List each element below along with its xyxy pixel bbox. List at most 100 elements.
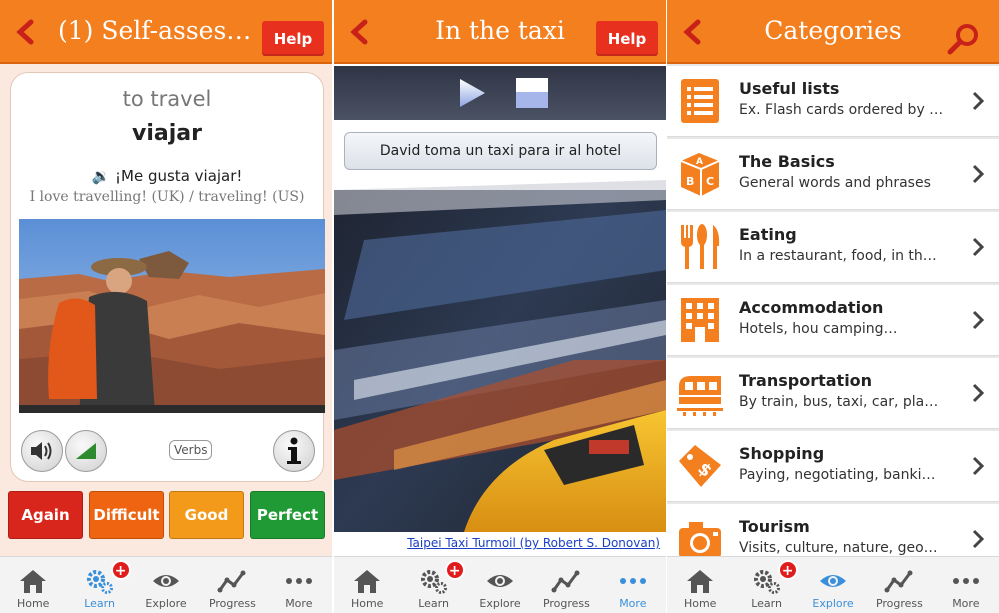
tab-learn[interactable]: + Learn xyxy=(733,557,799,613)
notification-badge: + xyxy=(444,560,465,580)
audio-button[interactable] xyxy=(21,430,63,472)
example-sentence-spanish[interactable]: 🔉 ¡Me gusta viajar! xyxy=(11,167,323,185)
eye-icon xyxy=(487,575,514,587)
tab-more[interactable]: More xyxy=(600,557,666,613)
slow-speed-icon xyxy=(76,443,96,459)
dialogue-sentence[interactable]: David toma un taxi para ir al hotel xyxy=(344,132,657,170)
tab-label: Explore xyxy=(812,597,854,610)
back-arrow-icon[interactable] xyxy=(12,18,40,46)
gears-icon xyxy=(86,570,113,594)
speaker-small-icon: 🔉 xyxy=(91,167,111,185)
search-icon[interactable] xyxy=(947,22,981,56)
tab-progress[interactable]: Progress xyxy=(533,557,599,613)
category-description: Paying, negotiating, banki… xyxy=(739,467,936,483)
category-description: Visits, culture, nature, geo… xyxy=(739,540,938,556)
rate-perfect-button[interactable]: Perfect xyxy=(250,491,325,539)
tab-home[interactable]: Home xyxy=(334,557,400,613)
chevron-right-icon xyxy=(972,310,985,330)
svg-text:B: B xyxy=(686,175,694,188)
tab-label: Progress xyxy=(542,597,590,610)
screen-title: (1) Self-assessm… xyxy=(58,16,260,45)
rate-good-button[interactable]: Good xyxy=(169,491,244,539)
flashcard-screen: (1) Self-assessm… Help to travel viajar … xyxy=(0,0,332,613)
tab-home[interactable]: Home xyxy=(667,557,733,613)
flashcard-photo xyxy=(19,219,325,413)
rate-again-button[interactable]: Again xyxy=(8,491,83,539)
building-icon xyxy=(675,295,725,345)
cutlery-icon xyxy=(675,222,725,272)
english-word: to travel xyxy=(122,87,212,111)
train-icon xyxy=(675,368,725,418)
tab-label: Home xyxy=(683,597,717,610)
rate-difficult-button[interactable]: Difficult xyxy=(89,491,164,539)
category-name: Shopping xyxy=(739,444,825,463)
category-tag[interactable]: Verbs xyxy=(169,440,213,460)
category-item-useful-lists[interactable]: Useful lists Ex. Flash cards ordered by … xyxy=(667,66,999,137)
tab-label: More xyxy=(619,597,647,610)
notification-badge: + xyxy=(777,560,798,580)
tab-home[interactable]: Home xyxy=(0,557,66,613)
price-tag-icon: $ xyxy=(675,441,725,491)
example-sentence-text: ¡Me gusta viajar! xyxy=(115,167,243,185)
bottom-tab-bar: Home + Learn Explore Progress More xyxy=(334,556,666,613)
tab-label: Learn xyxy=(418,597,449,610)
tab-more[interactable]: More xyxy=(266,557,332,613)
category-item-transportation[interactable]: Transportation By train, bus, taxi, car, … xyxy=(667,358,999,429)
dialogue-screen: In the taxi Help David toma un taxi para… xyxy=(334,0,666,613)
category-item-eating[interactable]: Eating In a restaurant, food, in th… xyxy=(667,212,999,283)
chevron-right-icon xyxy=(972,164,985,184)
notification-badge: + xyxy=(110,560,131,580)
chevron-right-icon xyxy=(972,237,985,257)
category-item-shopping[interactable]: $ Shopping Paying, negotiating, banki… xyxy=(667,431,999,502)
tab-learn[interactable]: + Learn xyxy=(400,557,466,613)
gears-icon xyxy=(420,570,447,594)
help-button[interactable]: Help xyxy=(262,21,324,56)
tab-label: Home xyxy=(16,597,50,610)
tab-explore[interactable]: Explore xyxy=(133,557,199,613)
photo-credit-link[interactable]: Taipei Taxi Turmoil (by Robert S. Donova… xyxy=(334,532,666,554)
category-name: Accommodation xyxy=(739,298,884,317)
tab-label: More xyxy=(285,597,313,610)
category-name: Eating xyxy=(739,225,797,244)
category-item-accommodation[interactable]: Accommodation Hotels, hou camping… xyxy=(667,285,999,356)
categories-screen: Categories Useful lists Ex. Flash cards o… xyxy=(667,0,999,613)
category-name: The Basics xyxy=(739,152,835,171)
more-dots-icon xyxy=(952,578,979,584)
tab-label: Home xyxy=(350,597,384,610)
tab-explore[interactable]: Explore xyxy=(467,557,533,613)
tab-explore[interactable]: Explore xyxy=(800,557,866,613)
tab-learn[interactable]: + Learn xyxy=(66,557,132,613)
tab-label: Learn xyxy=(751,597,782,610)
eye-icon xyxy=(153,575,180,587)
top-bar: Categories xyxy=(667,0,999,64)
info-icon xyxy=(287,437,301,464)
category-item-the-basics[interactable]: A B C The Basics General words and phrases xyxy=(667,139,999,210)
info-button[interactable] xyxy=(273,430,315,472)
svg-text:C: C xyxy=(706,175,714,188)
list-icon xyxy=(675,76,725,126)
progress-chart-icon xyxy=(551,570,580,593)
tab-label: Explore xyxy=(145,597,187,610)
tab-label: Progress xyxy=(208,597,256,610)
tab-more[interactable]: More xyxy=(933,557,999,613)
tab-label: Explore xyxy=(479,597,521,610)
speed-button[interactable] xyxy=(65,430,107,472)
category-description: By train, bus, taxi, car, pla… xyxy=(739,394,939,410)
stop-icon[interactable] xyxy=(516,78,548,108)
chevron-right-icon xyxy=(972,383,985,403)
category-name: Transportation xyxy=(739,371,873,390)
example-sentence-english: I love travelling! (UK) / traveling! (US… xyxy=(29,189,305,205)
audio-player xyxy=(334,66,666,120)
category-description: General words and phrases xyxy=(739,175,931,191)
category-name: Useful lists xyxy=(739,79,840,98)
play-icon[interactable] xyxy=(458,78,486,108)
chevron-right-icon xyxy=(972,456,985,476)
help-button[interactable]: Help xyxy=(596,21,658,56)
chevron-right-icon xyxy=(972,91,985,111)
tab-progress[interactable]: Progress xyxy=(866,557,932,613)
more-dots-icon xyxy=(619,578,646,584)
home-icon xyxy=(354,570,381,593)
eye-icon xyxy=(820,575,847,587)
bottom-tab-bar: Home + Learn Explore Progress More xyxy=(667,556,999,613)
tab-progress[interactable]: Progress xyxy=(199,557,265,613)
